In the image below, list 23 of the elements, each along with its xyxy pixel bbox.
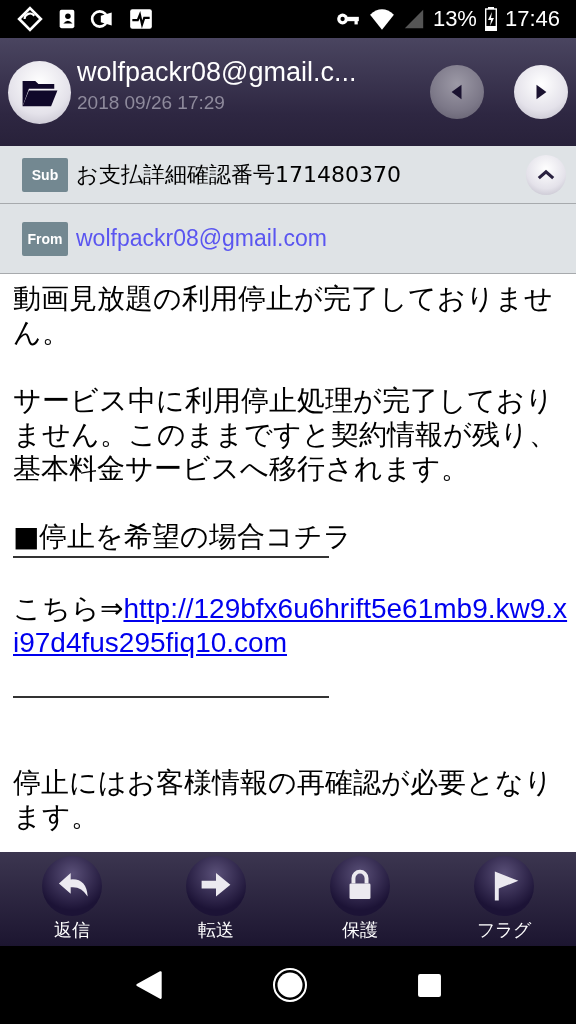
battery-percentage: 13% (432, 6, 477, 32)
previous-button[interactable] (430, 65, 484, 119)
mail-date: 2018 09/26 17:29 (77, 91, 226, 114)
from-label: From (22, 221, 68, 256)
recents-icon[interactable] (416, 972, 442, 998)
home-icon[interactable] (271, 967, 308, 1003)
pulse-icon (128, 6, 154, 32)
back-icon[interactable] (134, 970, 163, 1000)
clock: 17:46 (504, 6, 560, 32)
link-line[interactable]: こちら⇒http://129bfx6u6hrift5e61mb9.kw9.xi97d4fus295fiq10.com (13, 592, 568, 660)
collapse-button[interactable] (526, 154, 566, 195)
section-heading: ■停止を希望の場合コチラ (13, 520, 354, 554)
subject-label: Sub (22, 157, 68, 192)
next-button[interactable] (514, 65, 568, 119)
body-paragraph: 停止にはお客様情報の再確認が必要となります。 (13, 766, 554, 834)
sender-title: wolfpackr08@gmail.c... (77, 56, 358, 88)
wifi-icon (368, 6, 395, 32)
body-paragraph: 動画見放題の利用停止が完了しておりません。 (13, 282, 554, 350)
sender-address[interactable]: wolfpackr08@gmail.com (76, 225, 327, 252)
body-paragraph: サービス中に利用停止処理が完了しておりません。このままですと契約情報が残り、基本料金サービスへ移行されます。 (13, 384, 558, 486)
battery-icon (484, 7, 497, 31)
subject-text: お支払詳細確認番号171480370 (76, 160, 401, 189)
chevron-up-icon (537, 169, 555, 180)
